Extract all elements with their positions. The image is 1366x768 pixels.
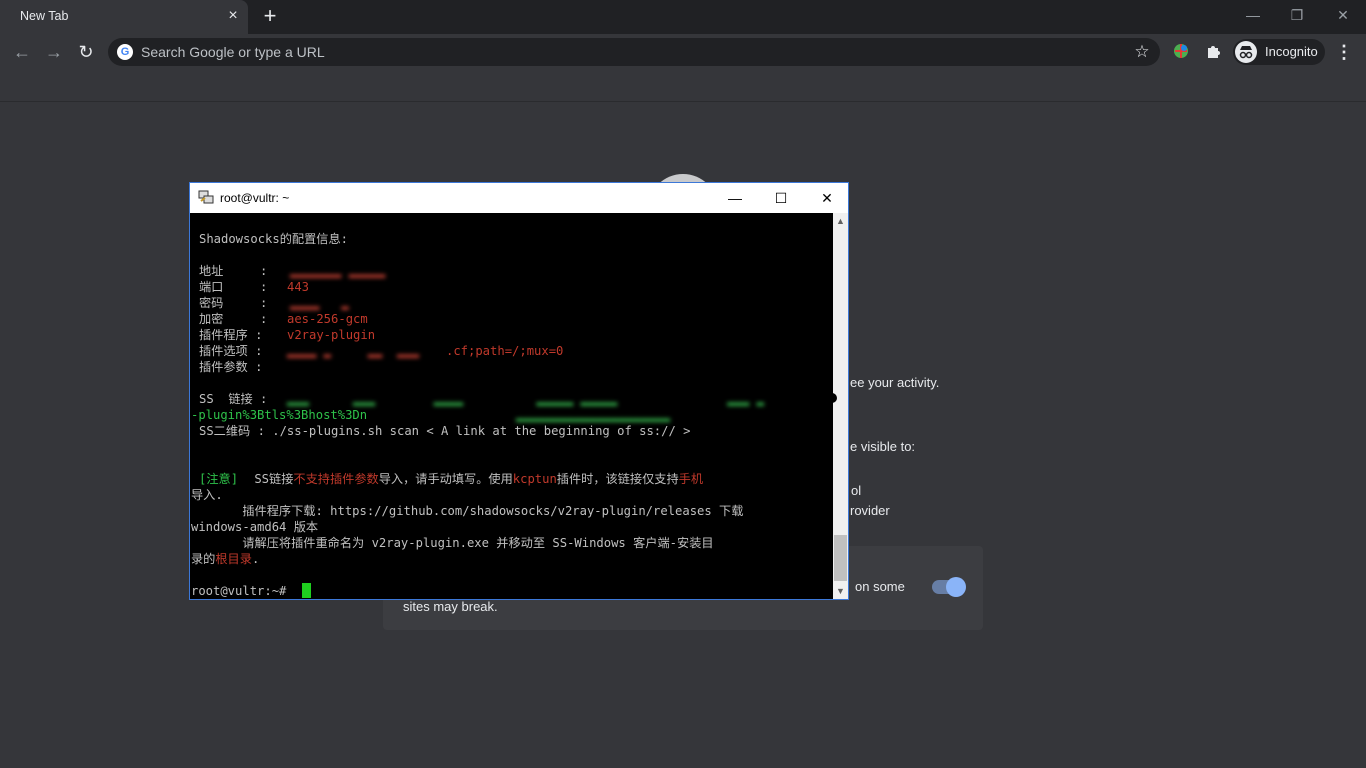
tab-new-tab[interactable]: New Tab ×: [0, 0, 248, 34]
plugin-params-label: 插件参数 :: [199, 360, 263, 374]
note-part-g: 导入.: [191, 488, 223, 502]
ss-link-label: SS 链接 :: [199, 392, 268, 406]
note-part-d: kcptun: [512, 472, 557, 486]
encryption-label: 加密 :: [199, 312, 268, 326]
new-tab-button[interactable]: +: [258, 5, 282, 29]
terminal-screen[interactable]: Shadowsocks的配置信息: 地址 : ▂▂▂▂▂▂▂ ▂▂▂▂▂ 端口 …: [190, 213, 833, 599]
incognito-icon: [1235, 41, 1257, 63]
google-icon: G: [117, 44, 133, 60]
unzip-part-b: 根目录: [215, 552, 252, 566]
extension-globe-icon[interactable]: [1172, 42, 1190, 60]
close-window-button[interactable]: ✕: [1328, 4, 1358, 26]
reload-button[interactable]: ↻: [74, 40, 98, 64]
terminal-cursor: [302, 583, 311, 598]
port-label: 端口 :: [199, 280, 268, 294]
minimize-button[interactable]: —: [1238, 4, 1268, 26]
omnibox[interactable]: G ☆: [108, 38, 1160, 66]
plugin-value: v2ray-plugin: [287, 328, 376, 342]
ntp-provider-text: rovider: [850, 503, 890, 518]
unzip-line: 请解压将插件重命名为 v2ray-plugin.exe 并移动至 SS-Wind…: [191, 536, 714, 550]
terminal-scrollbar[interactable]: ▲ ▼: [833, 213, 848, 599]
terminal-titlebar[interactable]: root@vultr: ~ — ☐ ✕: [190, 183, 848, 213]
scrollbar-thumb[interactable]: [834, 535, 847, 581]
encryption-value: aes-256-gcm: [287, 312, 368, 326]
shell-prompt: root@vultr:~#: [191, 584, 287, 598]
unzip-part-c: .: [251, 552, 260, 566]
note-part-a: SS链接: [247, 472, 294, 486]
config-header: Shadowsocks的配置信息:: [199, 232, 348, 246]
toolbar-divider: [0, 101, 1366, 102]
forward-button[interactable]: →: [42, 40, 66, 64]
terminal-title: root@vultr: ~: [220, 191, 290, 205]
terminal-close-button[interactable]: ✕: [804, 183, 850, 213]
ntp-activity-text: ee your activity.: [850, 375, 940, 390]
ntp-visible-text: e visible to:: [850, 439, 916, 454]
omnibox-input[interactable]: [141, 42, 1101, 62]
terminal-maximize-button[interactable]: ☐: [758, 183, 804, 213]
unzip-line-2: 录的根目录.: [191, 551, 259, 567]
incognito-label: Incognito: [1265, 44, 1318, 59]
ntp-sites-break-text: sites may break.: [403, 599, 498, 614]
port-value: 443: [287, 280, 310, 294]
browser-toolbar: ← → ↻ G ☆ Incognito ⋮: [0, 34, 1366, 70]
addr-value: ▂▂▂▂▂▂▂ ▂▂▂▂▂: [290, 264, 386, 278]
note-part-c: 导入，请手动填写。使用: [378, 472, 513, 486]
unzip-part-a: 录的: [191, 552, 216, 566]
qr-code-line: SS二维码 : ./ss-plugins.sh scan < A link at…: [199, 424, 691, 438]
note-part-f: 手机: [678, 472, 704, 486]
bookmark-star-icon[interactable]: ☆: [1132, 41, 1152, 63]
password-label: 密码 :: [199, 296, 268, 310]
scroll-down-arrow-icon[interactable]: ▼: [833, 583, 848, 599]
ss-link-redacted: ▂▂▂ ▂▂▂ ▂▂▂▂ ▂▂▂▂▂ ▂▂▂▂▂ ▂▂▂ ▂: [287, 392, 764, 406]
terminal-minimize-button[interactable]: —: [712, 183, 758, 213]
plugin-label: 插件程序 :: [199, 328, 263, 342]
ss-link-continuation-redacted: ▂▂▂▂▂▂▂▂▂▂▂▂▂▂▂▂▂▂▂▂▂: [516, 408, 671, 422]
ntp-on-some-text: on some: [855, 579, 905, 594]
tab-close-icon[interactable]: ×: [225, 7, 241, 25]
toggle-knob: [946, 577, 966, 597]
incognito-profile-button[interactable]: Incognito: [1233, 39, 1325, 65]
plugin-options-label: 插件选项 :: [199, 344, 263, 358]
mouse-cursor-dot: [827, 393, 837, 403]
download-line-2: windows-amd64 版本: [191, 520, 319, 534]
password-value: ▂▂▂▂ ▂: [290, 296, 349, 310]
download-line: 插件程序下载: https://github.com/shadowsocks/v…: [191, 504, 744, 518]
extensions-puzzle-icon[interactable]: [1205, 42, 1223, 60]
ss-link-continuation: -plugin%3Btls%3Bhost%3Dn: [191, 408, 368, 422]
tab-strip: New Tab × + — ❐ ✕: [0, 0, 1366, 34]
plugin-options-value: .cf;path=/;mux=0: [446, 344, 564, 358]
note-tag: [注意]: [199, 472, 239, 486]
chrome-menu-icon[interactable]: ⋮: [1334, 40, 1354, 64]
note-line: SS链接不支持插件参数导入，请手动填写。使用kcptun插件时，该链接仅支持手机: [247, 471, 703, 487]
back-button[interactable]: ←: [10, 40, 34, 64]
addr-label: 地址 :: [199, 264, 268, 278]
tab-title: New Tab: [20, 9, 69, 23]
plugin-options-redacted: ▂▂▂▂ ▂ ▂▂ ▂▂▂: [287, 344, 420, 358]
ntp-school-text: ol: [851, 483, 862, 498]
note-part-e: 插件时，该链接仅支持: [556, 472, 679, 486]
terminal-window[interactable]: root@vultr: ~ — ☐ ✕ Shadowsocks的配置信息: 地址…: [189, 182, 849, 600]
putty-icon: [198, 190, 214, 204]
scroll-up-arrow-icon[interactable]: ▲: [833, 213, 848, 229]
note-part-b: 不支持插件参数: [293, 472, 379, 486]
restore-button[interactable]: ❐: [1282, 4, 1312, 26]
